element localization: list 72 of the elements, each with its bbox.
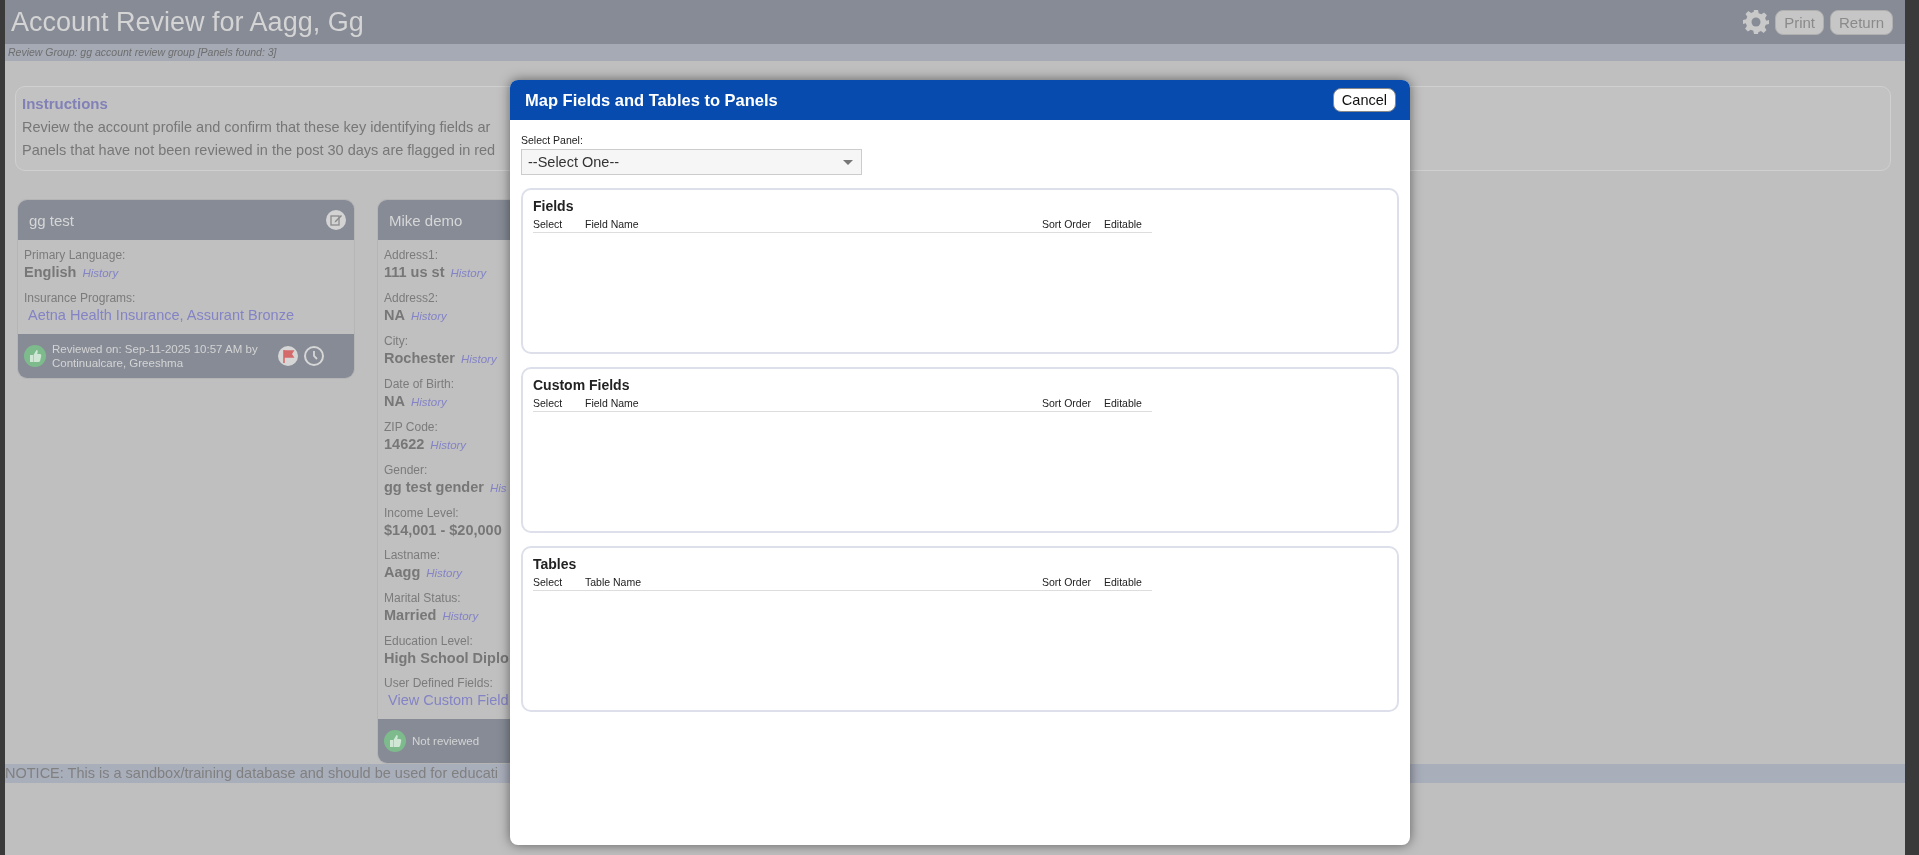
column-header: Editable [1104, 397, 1143, 409]
history-link[interactable]: History [410, 392, 447, 412]
field-value: Aagg [384, 563, 421, 582]
history-link[interactable]: History [442, 606, 479, 626]
field-link[interactable]: View Custom Field [388, 690, 512, 710]
column-header: Field Name [585, 218, 640, 230]
edit-icon[interactable] [326, 210, 346, 230]
history-link[interactable]: History [460, 349, 497, 369]
field-value: gg test gender [384, 478, 484, 497]
field-label: User Defined Fields: [384, 676, 494, 690]
field-value: English [24, 263, 77, 282]
history-link[interactable]: History [450, 263, 487, 283]
field-label: Marital Status: [384, 591, 462, 605]
header-button[interactable]: Print [1775, 9, 1824, 35]
review-status-text: Not reviewed [412, 734, 481, 748]
panel-select[interactable]: --Select One-- [521, 149, 862, 175]
settings-icon[interactable] [1743, 9, 1770, 35]
instructions-title: Instructions [22, 95, 108, 112]
select-label: Select Panel: [521, 134, 584, 146]
column-header: Select [533, 397, 564, 409]
column-header: Editable [1104, 576, 1143, 588]
field-label: Address1: [384, 248, 440, 262]
section-title: Fields [533, 198, 575, 214]
field-value: $14,001 - $20,000 [384, 521, 502, 540]
field-value: High School Diplo [384, 649, 509, 668]
thumbs-up-icon[interactable] [24, 345, 46, 367]
page-title: Account Review for Aagg, Gg [11, 6, 365, 38]
column-header: Select [533, 218, 564, 230]
field-label: City: [384, 334, 409, 348]
instructions-text: Panels that have not been reviewed in the post 30 days are flagged in red [22, 141, 496, 160]
instructions-text: Review the account profile and confirm that these key identifying fields ar [22, 118, 491, 137]
panel-title: Mike demo [389, 211, 463, 229]
field-label: Income Level: [384, 506, 460, 520]
field-value: NA [384, 392, 405, 411]
field-link[interactable]: Aetna Health Insurance, Assurant Bronze [28, 305, 348, 325]
field-value: Rochester [384, 349, 455, 368]
cancel-button[interactable]: Cancel [1332, 88, 1396, 112]
field-label: ZIP Code: [384, 420, 439, 434]
field-label: Education Level: [384, 634, 474, 648]
field-label: Gender: [384, 463, 429, 477]
history-link[interactable]: History [410, 306, 447, 326]
history-link[interactable]: History [82, 263, 119, 283]
field-label: Primary Language: [24, 248, 127, 262]
review-status-text: Reviewed on: Sep-11-2025 10:57 AM by Continualcare, Greeshma [52, 342, 259, 370]
field-value: NA [384, 306, 405, 325]
clock-icon[interactable] [304, 346, 324, 366]
field-value: 14622 [384, 435, 425, 454]
field-label: Date of Birth: [384, 377, 456, 391]
caret-icon [843, 159, 853, 165]
field-label: Lastname: [384, 548, 442, 562]
modal-title: Map Fields and Tables to Panels [525, 90, 778, 110]
history-link[interactable]: History [426, 563, 463, 583]
panel-title: gg test [29, 211, 75, 229]
field-label: Address2: [384, 291, 440, 305]
column-header: Sort Order [1042, 397, 1092, 409]
history-link[interactable]: History [430, 435, 467, 455]
review-group-subtitle: Review Group: gg account review group [Panels found: 3] [5, 44, 1905, 61]
field-value: 111 us st [384, 263, 445, 282]
field-value: Married [384, 606, 437, 625]
header-button[interactable]: Return [1829, 9, 1893, 35]
thumbs-up-icon[interactable] [384, 730, 406, 752]
flag-icon[interactable] [278, 346, 298, 366]
column-header: Select [533, 576, 564, 588]
column-header: Sort Order [1042, 218, 1092, 230]
column-header: Table Name [585, 576, 643, 588]
column-header: Sort Order [1042, 576, 1092, 588]
field-label: Insurance Programs: [24, 291, 137, 305]
column-header: Editable [1104, 218, 1143, 230]
section-title: Custom Fields [533, 377, 631, 393]
column-header: Field Name [585, 397, 640, 409]
history-link[interactable]: His [489, 478, 507, 498]
section-title: Tables [533, 556, 578, 572]
